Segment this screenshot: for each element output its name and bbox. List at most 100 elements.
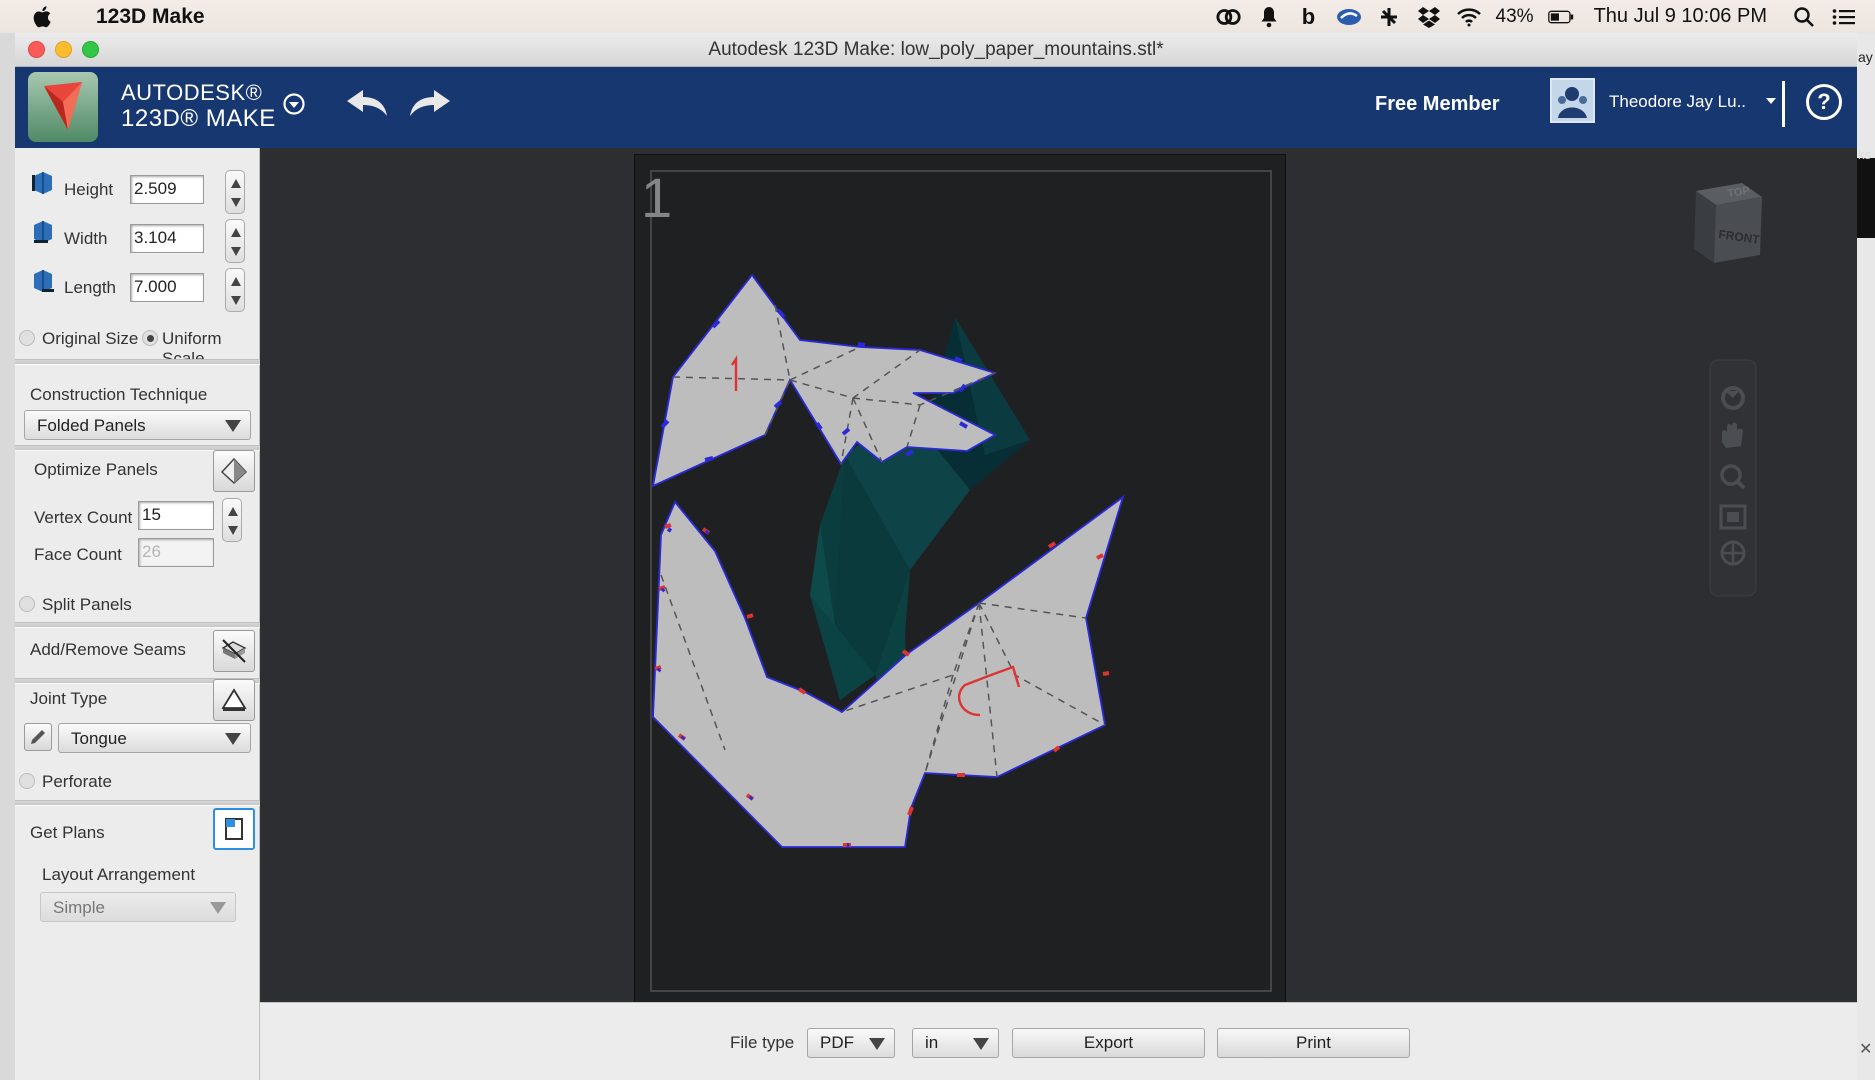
units-select[interactable]: in xyxy=(912,1028,999,1058)
app-header: AUTODESK® 123D® MAKE Free Member Theodor… xyxy=(15,67,1857,148)
height-field[interactable]: 2.509 xyxy=(130,175,204,204)
layout-arrangement-select[interactable]: Simple xyxy=(40,892,236,922)
construction-technique-label: Construction Technique xyxy=(30,385,208,404)
seams-icon xyxy=(221,639,247,663)
unfolded-model[interactable] xyxy=(635,155,1287,1008)
section-divider xyxy=(15,800,260,806)
get-plans-button[interactable] xyxy=(213,808,255,850)
face-count-label: Face Count xyxy=(34,545,122,564)
units-value: in xyxy=(925,1033,939,1052)
chevron-down-icon xyxy=(225,733,241,745)
paper-sheet[interactable]: 1 xyxy=(634,154,1286,1007)
b-icon[interactable]: b xyxy=(1296,4,1322,29)
view-cube[interactable]: TOP FRONT xyxy=(1680,173,1770,273)
apple-icon[interactable] xyxy=(30,5,52,29)
layout-arrangement-value: Simple xyxy=(53,898,105,917)
optimize-panels-label: Optimize Panels xyxy=(34,460,158,479)
user-menu-chevron-icon[interactable] xyxy=(1764,96,1778,106)
dropbox-icon[interactable] xyxy=(1416,6,1442,28)
brand-product: 123D® MAKE xyxy=(121,105,276,132)
3d-viewport[interactable]: 1 TOP FRONT xyxy=(260,148,1857,1007)
length-icon xyxy=(34,270,54,292)
undo-icon[interactable] xyxy=(345,86,391,120)
avatar[interactable] xyxy=(1550,78,1595,123)
vertex-count-field[interactable]: 15 xyxy=(138,501,214,530)
edit-joint-button[interactable] xyxy=(24,723,52,751)
redo-icon[interactable] xyxy=(406,86,452,120)
construction-technique-select[interactable]: Folded Panels xyxy=(24,410,251,440)
joint-type-button[interactable] xyxy=(213,679,255,721)
help-button[interactable]: ? xyxy=(1806,84,1842,120)
vertex-count-stepper[interactable] xyxy=(222,498,242,542)
window-title: Autodesk 123D Make: low_poly_paper_mount… xyxy=(708,39,1164,60)
file-type-label: File type xyxy=(730,1033,795,1052)
face-count-field: 26 xyxy=(138,538,214,567)
spotlight-search-icon[interactable] xyxy=(1791,6,1817,28)
pencil-icon xyxy=(31,730,45,744)
member-status[interactable]: Free Member xyxy=(1375,93,1500,116)
original-size-radio[interactable] xyxy=(19,330,35,346)
add-remove-seams-label: Add/Remove Seams xyxy=(30,640,186,659)
height-stepper[interactable] xyxy=(225,170,245,214)
section-divider xyxy=(15,622,260,628)
uniform-scale-radio[interactable] xyxy=(142,330,158,346)
split-panels-label[interactable]: Split Panels xyxy=(42,595,132,615)
wifi-icon[interactable] xyxy=(1456,6,1482,28)
view-cube-icon[interactable] xyxy=(1720,540,1746,566)
header-divider xyxy=(1782,81,1785,127)
length-stepper[interactable] xyxy=(225,268,245,312)
plans-icon xyxy=(225,818,243,840)
background-text: ay xyxy=(1858,49,1873,65)
file-type-value: PDF xyxy=(820,1033,854,1052)
chevron-down-icon xyxy=(869,1038,885,1050)
creative-cloud-icon[interactable] xyxy=(1215,6,1242,28)
bell-icon[interactable] xyxy=(1256,6,1282,28)
window-title-bar[interactable]: Autodesk 123D Make: low_poly_paper_mount… xyxy=(15,33,1857,67)
export-bar: File type PDF in Export Print xyxy=(260,1002,1857,1080)
brand-autodesk: AUTODESK® xyxy=(121,80,263,105)
length-field[interactable]: 7.000 xyxy=(130,273,204,302)
battery-percent: 43% xyxy=(1495,5,1534,27)
chevron-down-icon xyxy=(973,1038,989,1050)
joint-type-value: Tongue xyxy=(71,729,127,748)
background-panel xyxy=(1857,158,1875,238)
height-label: Height xyxy=(64,180,114,199)
get-plans-label: Get Plans xyxy=(30,823,105,842)
export-button[interactable]: Export xyxy=(1012,1028,1205,1058)
cloud-icon[interactable] xyxy=(1336,6,1362,28)
close-icon[interactable]: ✕ xyxy=(1859,1039,1872,1059)
username[interactable]: Theodore Jay Lu.. xyxy=(1609,92,1746,112)
chevron-down-icon xyxy=(225,420,241,432)
height-icon xyxy=(32,172,52,194)
perforate-label[interactable]: Perforate xyxy=(42,772,112,792)
layout-arrangement-label: Layout Arrangement xyxy=(42,865,196,884)
joint-type-select[interactable]: Tongue xyxy=(58,723,251,753)
app-window: Autodesk 123D Make: low_poly_paper_mount… xyxy=(15,33,1857,1080)
optimize-panels-button[interactable] xyxy=(213,450,255,492)
menu-list-icon[interactable] xyxy=(1831,6,1857,28)
perforate-checkbox[interactable] xyxy=(19,773,35,789)
chevron-down-icon[interactable] xyxy=(282,92,306,116)
settings-panel: Height 2.509 Width 3.104 Length 7.000 Or… xyxy=(15,148,260,1080)
background-window-edge: ay ks ✕ xyxy=(1857,33,1875,1080)
pinwheel-icon[interactable] xyxy=(1376,6,1402,28)
width-label: Width xyxy=(64,229,108,248)
original-size-label[interactable]: Original Size xyxy=(42,329,138,349)
file-type-select[interactable]: PDF xyxy=(807,1028,895,1058)
section-divider xyxy=(15,359,260,365)
mac-menu-bar: 123D Make b 43% Thu Jul 9 10:06 PM xyxy=(0,0,1875,33)
width-stepper[interactable] xyxy=(225,219,245,263)
background-text: ks xyxy=(1858,147,1871,162)
joint-type-label: Joint Type xyxy=(30,689,108,708)
battery-icon[interactable] xyxy=(1547,6,1574,28)
width-icon xyxy=(34,221,52,243)
vertex-count-label: Vertex Count xyxy=(34,508,133,527)
width-field[interactable]: 3.104 xyxy=(130,224,204,253)
joint-type-icon xyxy=(221,688,247,711)
menu-app-name[interactable]: 123D Make xyxy=(96,5,205,29)
print-button[interactable]: Print xyxy=(1217,1028,1410,1058)
menu-clock[interactable]: Thu Jul 9 10:06 PM xyxy=(1594,5,1767,28)
length-label: Length xyxy=(64,278,116,297)
split-panels-checkbox[interactable] xyxy=(19,596,35,612)
add-remove-seams-button[interactable] xyxy=(213,630,255,672)
